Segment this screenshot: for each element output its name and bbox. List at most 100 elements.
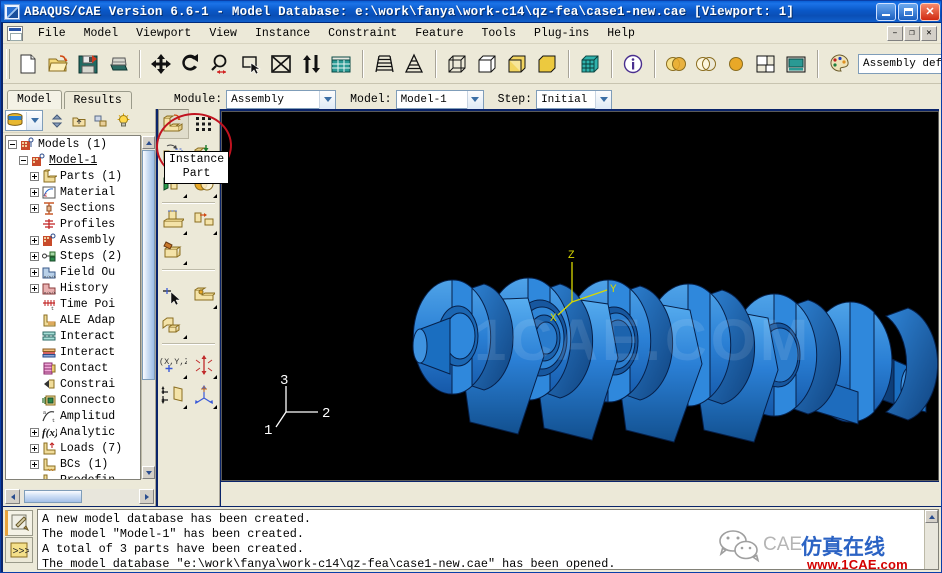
mesh-cube-icon[interactable] — [575, 49, 605, 79]
specify-view-icon[interactable] — [326, 49, 356, 79]
tree-node-interact[interactable]: Interact — [6, 344, 140, 360]
menu-viewport[interactable]: Viewport — [127, 25, 200, 42]
chevron-down-icon[interactable] — [466, 90, 483, 109]
tree-expand-toggle[interactable] — [8, 139, 17, 149]
tree-node-parts-1[interactable]: Parts (1) — [6, 168, 140, 184]
magnify-view-icon[interactable] — [206, 49, 236, 79]
tree-node-amplitud[interactable]: a t Amplitud — [6, 408, 140, 424]
tree-expand-toggle[interactable] — [30, 251, 39, 261]
box-zoom-icon[interactable] — [236, 49, 266, 79]
tree-node-bcs-1[interactable]: BCs (1) — [6, 456, 140, 472]
menu-help[interactable]: Help — [598, 25, 644, 42]
tree-expand-toggle[interactable] — [30, 459, 39, 469]
scroll-up-icon[interactable] — [142, 136, 155, 149]
perspective-icon[interactable] — [369, 49, 399, 79]
menu-view[interactable]: View — [200, 25, 246, 42]
datum-plane-tool[interactable] — [158, 380, 189, 410]
tree-node-assembly[interactable]: Assembly — [6, 232, 140, 248]
toolbar-grip[interactable] — [6, 48, 10, 79]
tree-node-field-ou[interactable]: n/s/s Field Ou — [6, 264, 140, 280]
mdi-minimize-button[interactable]: – — [887, 25, 903, 41]
tree-node-model-1[interactable]: Model-1 — [6, 152, 140, 168]
print-icon[interactable] — [103, 49, 133, 79]
tree-expand-toggle[interactable] — [30, 283, 39, 293]
menu-tools[interactable]: Tools — [473, 25, 526, 42]
filled-render-icon[interactable] — [532, 49, 562, 79]
close-button[interactable]: ✕ — [920, 2, 940, 21]
create-partition-tool[interactable] — [158, 310, 189, 340]
create-instance-cut-tool[interactable] — [158, 236, 189, 266]
tree-sort-icon[interactable] — [46, 111, 68, 131]
tree-expand-toggle[interactable] — [19, 155, 28, 165]
tab-results[interactable]: Results — [63, 91, 132, 110]
tab-model[interactable]: Model — [7, 90, 62, 110]
auto-fit-view-icon[interactable] — [266, 49, 296, 79]
tree-vertical-scrollbar[interactable] — [141, 136, 155, 479]
shaded-render-icon[interactable] — [502, 49, 532, 79]
tree-node-ale-adap[interactable]: ALE Adap — [6, 312, 140, 328]
tree-node-material[interactable]: ε Material — [6, 184, 140, 200]
tree-expand-toggle[interactable] — [30, 427, 39, 437]
query-point-tool[interactable] — [158, 280, 189, 310]
no-translucency-icon[interactable] — [691, 49, 721, 79]
create-cut-tool[interactable] — [158, 206, 189, 236]
tree-scroll-thumb[interactable] — [142, 150, 155, 380]
tree-node-models-1[interactable]: Models (1) — [6, 136, 140, 152]
wireframe-render-icon[interactable] — [442, 49, 472, 79]
tree-filter-icon[interactable] — [90, 111, 112, 131]
mdi-app-icon[interactable] — [7, 25, 23, 41]
tree-expand-toggle[interactable] — [30, 235, 39, 245]
scroll-down-icon[interactable] — [142, 466, 155, 479]
tree-hscroll-thumb[interactable] — [24, 490, 82, 503]
datum-point-xyz-tool[interactable]: (X,Y,Z) — [158, 350, 189, 380]
tree-node-analytic[interactable]: f(x) Analytic — [6, 424, 140, 440]
mdi-restore-button[interactable]: ❐ — [904, 25, 920, 41]
tree-node-history[interactable]: n/s/s History — [6, 280, 140, 296]
tree-highlight-bulb-icon[interactable] — [112, 111, 134, 131]
viewport-layout-icon[interactable] — [751, 49, 781, 79]
tree-node-contact[interactable]: Contact — [6, 360, 140, 376]
step-combo[interactable]: Initial — [536, 90, 613, 109]
translucency-icon[interactable] — [661, 49, 691, 79]
cycle-views-icon[interactable] — [296, 49, 326, 79]
viewport-annotation-icon[interactable] — [781, 49, 811, 79]
instance-part-tool[interactable] — [158, 109, 189, 139]
tree-expand-toggle[interactable] — [30, 187, 39, 197]
tree-expand-toggle[interactable] — [30, 267, 39, 277]
scroll-up-icon[interactable] — [925, 510, 938, 523]
kernel-cli-tab[interactable]: >>> — [5, 537, 33, 563]
model-combo[interactable]: Model-1 — [395, 90, 484, 109]
menu-instance[interactable]: Instance — [246, 25, 319, 42]
open-database-icon[interactable] — [43, 49, 73, 79]
render-style-combo[interactable]: Assembly defaults — [858, 53, 941, 74]
tree-node-time-poi[interactable]: t Time Poi — [6, 296, 140, 312]
model-tree[interactable]: Models (1) Model-1 Parts (1) ε Material Secti… — [5, 135, 141, 480]
pan-view-icon[interactable] — [146, 49, 176, 79]
scroll-left-icon[interactable] — [5, 489, 20, 504]
parallel-projection-icon[interactable] — [399, 49, 429, 79]
menu-file[interactable]: File — [29, 25, 75, 42]
tree-root-combo[interactable] — [5, 110, 43, 131]
tree-parent-icon[interactable] — [68, 111, 90, 131]
chevron-down-icon[interactable] — [595, 90, 612, 109]
tree-node-predefin[interactable]: Predefin — [6, 472, 140, 479]
merge-instances-tool[interactable] — [189, 206, 220, 236]
scroll-right-icon[interactable] — [139, 489, 154, 504]
module-combo[interactable]: Assembly — [226, 90, 337, 109]
menu-plugins[interactable]: Plug-ins — [525, 25, 598, 42]
viewport-canvas[interactable]: 1CAE.COM Z Y X 3 2 1 — [221, 111, 939, 481]
tree-node-constrai[interactable]: Constrai — [6, 376, 140, 392]
mdi-close-button[interactable]: ✕ — [921, 25, 937, 41]
menu-model[interactable]: Model — [75, 25, 128, 42]
query-information-icon[interactable] — [618, 49, 648, 79]
tree-node-loads-7[interactable]: Loads (7) — [6, 440, 140, 456]
rotate-view-icon[interactable] — [176, 49, 206, 79]
minimize-button[interactable] — [876, 2, 896, 21]
tree-node-connecto[interactable]: Connecto — [6, 392, 140, 408]
tree-expand-toggle[interactable] — [30, 203, 39, 213]
menu-constraint[interactable]: Constraint — [319, 25, 406, 42]
tree-expand-toggle[interactable] — [30, 443, 39, 453]
tree-node-interact[interactable]: Interact — [6, 328, 140, 344]
message-vertical-scrollbar[interactable] — [924, 510, 938, 569]
tree-node-profiles[interactable]: Profiles — [6, 216, 140, 232]
